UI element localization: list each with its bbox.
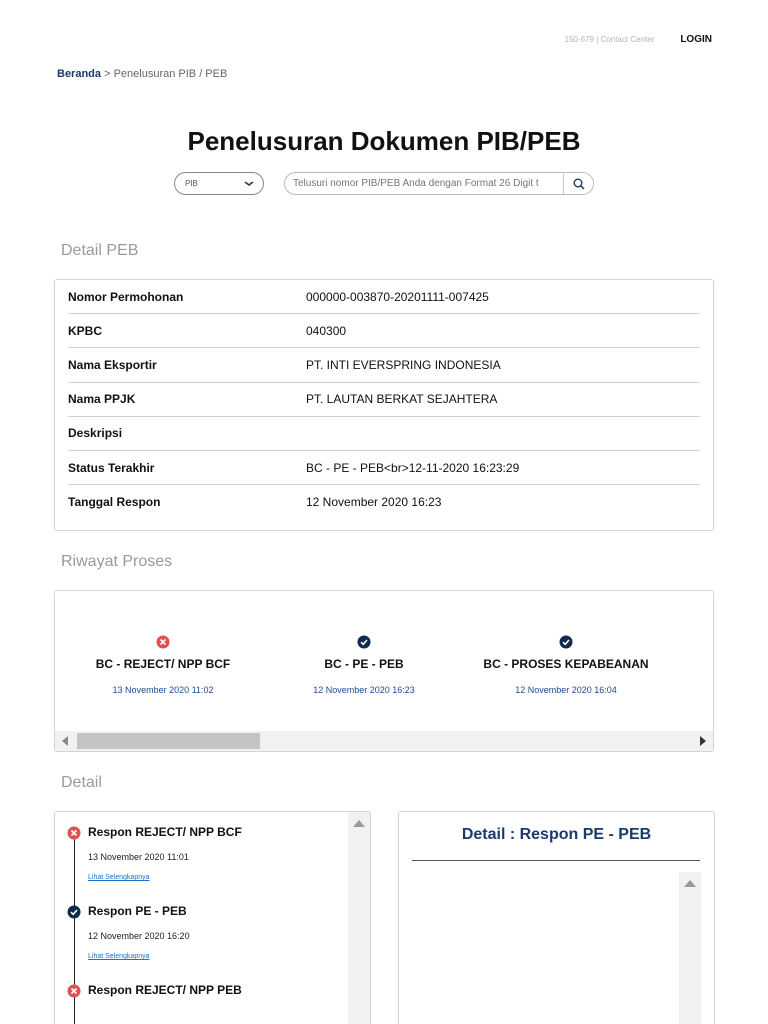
history-item-date: 13 November 2020 11:02 — [112, 685, 214, 695]
scroll-left-arrow-icon[interactable] — [62, 736, 68, 746]
detail-peb-card: Nomor Permohonan 000000-003870-20201111-0… — [54, 279, 714, 531]
detail-label: Nomor Permohonan — [68, 289, 184, 304]
top-bar: 150-679 | Contact Center LOGIN — [565, 34, 712, 45]
reject-icon — [156, 635, 170, 649]
check-circle-icon — [559, 635, 573, 649]
chevron-down-icon — [244, 181, 254, 186]
detail-value: PT. INTI EVERSPRING INDONESIA — [306, 357, 501, 372]
detail-value: 12 November 2020 16:23 — [306, 495, 442, 510]
timeline-item-title: Respon REJECT/ NPP PEB — [88, 983, 242, 997]
search-button[interactable] — [563, 173, 593, 194]
breadcrumb-separator: > — [101, 68, 114, 80]
detail-label: Deskripsi — [68, 426, 123, 441]
document-type-value: PIB — [185, 179, 198, 188]
detail-label: KPBC — [68, 323, 103, 338]
see-more-link[interactable]: Lihat Selengkapnya — [88, 953, 150, 960]
detail-title: Detail — [61, 774, 102, 791]
divider — [412, 860, 700, 861]
breadcrumb: Beranda > Penelusuran PIB / PEB — [57, 68, 227, 80]
detail-peb-title: Detail PEB — [61, 242, 139, 259]
check-circle-icon — [357, 635, 371, 649]
detail-row: Tanggal Respon 12 November 2020 16:23 — [68, 485, 700, 519]
scroll-up-arrow-icon[interactable] — [684, 880, 696, 887]
detail-timeline-card: Respon REJECT/ NPP BCF 13 November 2020 … — [54, 811, 371, 1024]
timeline-item-title: Respon PE - PEB — [88, 904, 187, 918]
reject-icon — [67, 984, 81, 998]
detail-label: Status Terakhir — [68, 460, 155, 475]
timeline-item: Respon REJECT/ NPP BCF 13 November 2020 … — [67, 825, 347, 884]
detail-value: 000000-003870-20201111-007425 — [306, 289, 489, 304]
horizontal-scroll-thumb[interactable] — [77, 733, 260, 749]
breadcrumb-home-link[interactable]: Beranda — [57, 68, 101, 80]
history-item: BC - REJECT/ NPP BCF 13 November 2020 11… — [58, 635, 268, 695]
reject-icon — [67, 826, 81, 840]
scroll-right-arrow-icon[interactable] — [700, 736, 706, 746]
history-item-title: BC - PROSES KEPABEANAN — [483, 657, 649, 671]
scroll-up-arrow-icon[interactable] — [353, 820, 365, 827]
history-item: BC - PE - PEB 12 November 2020 16:23 — [259, 635, 469, 695]
vertical-scrollbar[interactable] — [679, 872, 701, 1024]
detail-row: Nama Eksportir PT. INTI EVERSPRING INDONE… — [68, 348, 700, 383]
detail-value: BC - PE - PEB<br>12-11-2020 16:23:29 — [306, 460, 520, 475]
history-item-date: 12 November 2020 16:04 — [515, 685, 617, 695]
history-item-title: BC - REJECT/ NPP BCF — [95, 657, 231, 671]
timeline-item-title: Respon REJECT/ NPP BCF — [88, 825, 242, 839]
search-input[interactable] — [285, 173, 563, 194]
breadcrumb-current: Penelusuran PIB / PEB — [113, 68, 228, 80]
response-panel-title: Detail : Respon PE - PEB — [461, 826, 652, 843]
search-box — [284, 172, 594, 195]
timeline-item-date: 13 November 2020 11:01 — [88, 852, 189, 862]
riwayat-proses-card: BC - REJECT/ NPP BCF 13 November 2020 11… — [54, 590, 714, 752]
detail-row: Status Terakhir BC - PE - PEB<br>12-11-20… — [68, 451, 700, 486]
timeline-item: Respon REJECT/ NPP PEB — [67, 983, 347, 998]
detail-row: Deskripsi — [68, 417, 700, 451]
detail-row: KPBC 040300 — [68, 314, 700, 349]
history-item: BC - PROSES KEPABEANAN 12 November 2020 … — [461, 635, 671, 695]
detail-label: Tanggal Respon — [68, 495, 161, 510]
search-row: PIB — [0, 172, 768, 196]
see-more-link[interactable]: Lihat Selengkapnya — [88, 874, 150, 881]
detail-response-panel: Detail : Respon PE - PEB — [398, 811, 715, 1024]
riwayat-proses-title: Riwayat Proses — [61, 553, 173, 570]
page-title: Penelusuran Dokumen PIB/PEB — [187, 126, 581, 156]
detail-label: Nama Eksportir — [68, 357, 157, 372]
search-icon — [573, 178, 585, 190]
document-type-select[interactable]: PIB — [174, 172, 264, 195]
history-item-date: 12 November 2020 16:23 — [313, 685, 415, 695]
detail-row: Nama PPJK PT. LAUTAN BERKAT SEJAHTERA — [68, 383, 700, 417]
detail-row: Nomor Permohonan 000000-003870-20201111-0… — [68, 280, 700, 315]
history-item-title: BC - PE - PEB — [324, 657, 404, 671]
detail-value: PT. LAUTAN BERKAT SEJAHTERA — [306, 392, 498, 407]
horizontal-scrollbar[interactable] — [55, 731, 713, 751]
detail-value: 040300 — [306, 323, 347, 338]
contact-center-text: 150-679 | Contact Center — [564, 35, 655, 44]
login-link[interactable]: LOGIN — [680, 34, 712, 45]
check-circle-icon — [67, 905, 81, 919]
timeline-item-date: 12 November 2020 16:20 — [88, 931, 190, 941]
detail-label: Nama PPJK — [68, 392, 136, 407]
timeline-item: Respon PE - PEB 12 November 2020 16:20 L… — [67, 904, 347, 963]
vertical-scrollbar[interactable] — [348, 812, 370, 1024]
